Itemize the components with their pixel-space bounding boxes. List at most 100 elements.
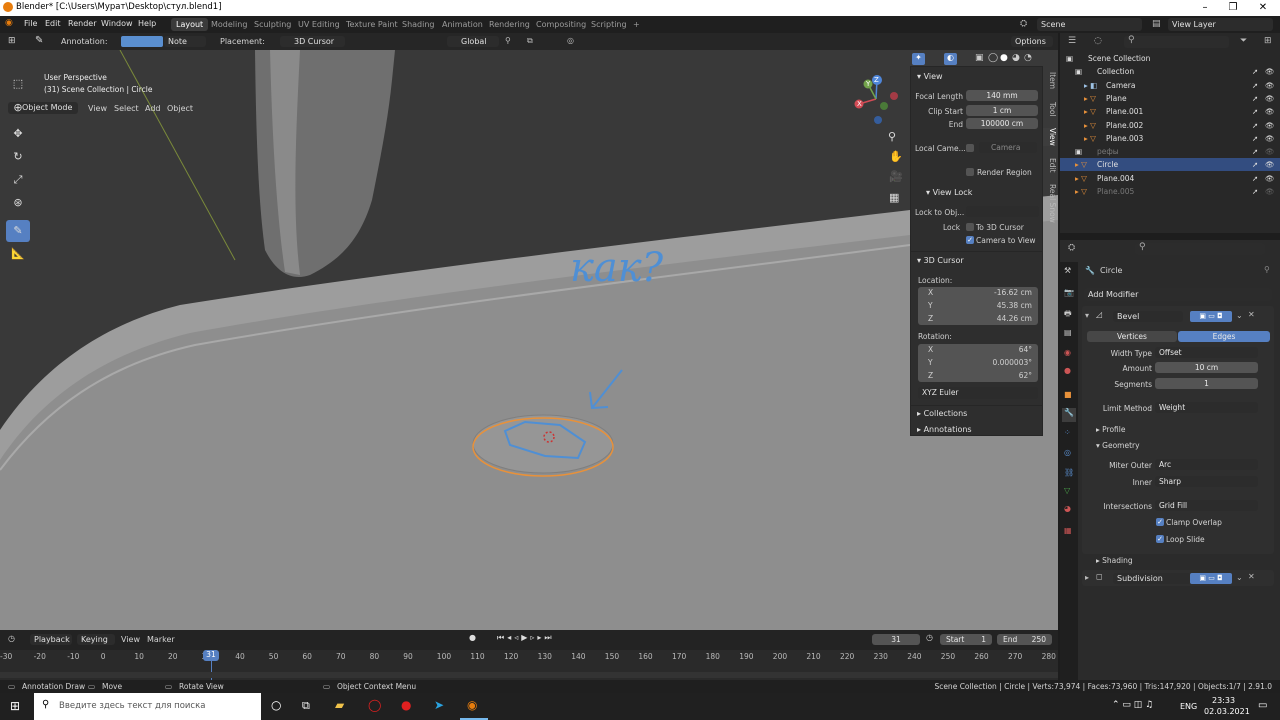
- output-tab-icon[interactable]: 🖶: [1064, 308, 1072, 322]
- lock-3d-cursor-checkbox[interactable]: [966, 223, 974, 231]
- notifications-icon[interactable]: ▭: [1258, 700, 1267, 711]
- telegram-icon[interactable]: ➤: [434, 698, 444, 712]
- visibility-eye-icon[interactable]: 👁: [1265, 92, 1275, 105]
- chevron-down-icon[interactable]: ⌄: [1236, 311, 1243, 320]
- texture-tab-icon[interactable]: ▦: [1064, 526, 1072, 535]
- tab-scripting[interactable]: Scripting: [586, 18, 632, 31]
- segments-field[interactable]: 1: [1155, 378, 1258, 389]
- add-modifier-dropdown[interactable]: Add Modifier: [1084, 288, 1272, 301]
- measure-icon[interactable]: 📐: [6, 243, 30, 265]
- start-frame-field[interactable]: Start 1: [940, 634, 992, 645]
- tab-edit[interactable]: Edit: [1043, 158, 1057, 173]
- tab-vertices[interactable]: Vertices: [1087, 331, 1177, 342]
- menu-select[interactable]: Select: [114, 104, 139, 113]
- loc-x-value[interactable]: -16.62 cm: [994, 288, 1032, 297]
- selectable-arrow-icon[interactable]: ➚: [1252, 79, 1258, 92]
- tab-compositing[interactable]: Compositing: [531, 18, 591, 31]
- shading-subpanel[interactable]: ▸ Shading: [1096, 556, 1133, 565]
- scene-icon[interactable]: ⛭: [1020, 19, 1027, 29]
- blender-menu-icon[interactable]: ◉: [5, 18, 13, 28]
- end-frame-field[interactable]: End 250: [997, 634, 1052, 645]
- 3d-viewport[interactable]: как? Object Mode View Select Add Object …: [0, 50, 1058, 630]
- selectable-arrow-icon[interactable]: ➚: [1252, 92, 1258, 105]
- particles-tab-icon[interactable]: ⁘: [1064, 428, 1071, 437]
- timeline-view-menu[interactable]: View: [121, 635, 140, 644]
- visibility-eye-icon[interactable]: 👁: [1265, 172, 1275, 185]
- display-mode-icon[interactable]: ◌: [1094, 36, 1102, 46]
- tab-animation[interactable]: Animation: [437, 18, 488, 31]
- new-collection-icon[interactable]: ⊞: [1264, 36, 1272, 46]
- tab-real-snow[interactable]: Real Snow: [1043, 184, 1057, 223]
- local-camera-field[interactable]: Camera: [979, 142, 1037, 153]
- annotations-section-header[interactable]: ▸ Annotations: [917, 425, 972, 434]
- timeline-scrollbar[interactable]: [0, 672, 1058, 678]
- tab-tool[interactable]: Tool: [1043, 102, 1057, 117]
- collections-section-header[interactable]: ▸ Collections: [917, 409, 967, 418]
- remove-modifier-icon[interactable]: ✕: [1248, 572, 1255, 581]
- outliner-row[interactable]: ▣ рефы ➚ 👁: [1060, 145, 1280, 158]
- local-camera-checkbox[interactable]: [966, 144, 974, 152]
- tab-item[interactable]: Item: [1043, 72, 1057, 89]
- outliner-row[interactable]: ▸ ▽ Plane.003 ➚ 👁: [1060, 132, 1280, 145]
- inner-dropdown[interactable]: Sharp: [1155, 476, 1258, 487]
- taskbar-search-box[interactable]: ⚲ Введите здесь текст для поиска: [34, 693, 261, 720]
- overlay-toggle-icon[interactable]: ◐: [944, 53, 957, 65]
- visibility-eye-icon[interactable]: 👁: [1265, 119, 1275, 132]
- outliner-row[interactable]: ▣ Collection ➚ 👁: [1060, 65, 1280, 78]
- menu-help[interactable]: Help: [138, 19, 156, 28]
- tab-edges[interactable]: Edges: [1178, 331, 1270, 342]
- view-layer-tab-icon[interactable]: ▤: [1064, 328, 1072, 337]
- xray-icon[interactable]: ▣: [975, 53, 984, 63]
- windows-start-icon[interactable]: ⊞: [10, 699, 20, 713]
- menu-object[interactable]: Object: [167, 104, 193, 113]
- annotate-icon[interactable]: ✎: [6, 220, 30, 242]
- lock-to-object-field[interactable]: [966, 206, 1039, 217]
- outliner-row[interactable]: ▣ Scene Collection: [1060, 52, 1280, 65]
- object-tab-icon[interactable]: ■: [1064, 390, 1072, 399]
- scene-tab-icon[interactable]: ◉: [1064, 348, 1071, 357]
- selectable-arrow-icon[interactable]: ➚: [1252, 119, 1258, 132]
- loc-z-value[interactable]: 44.26 cm: [997, 314, 1032, 323]
- remove-modifier-icon[interactable]: ✕: [1248, 310, 1255, 319]
- close-button[interactable]: ✕: [1248, 0, 1278, 16]
- options-dropdown[interactable]: Options: [1011, 36, 1053, 47]
- menu-view[interactable]: View: [88, 104, 107, 113]
- frame-ruler[interactable]: -30-20-100102030405060708090100110120130…: [0, 650, 1058, 680]
- maximize-button[interactable]: ❐: [1218, 0, 1248, 16]
- selectable-arrow-icon[interactable]: ➚: [1252, 132, 1258, 145]
- tab-texture-paint[interactable]: Texture Paint: [341, 18, 403, 31]
- selectable-arrow-icon[interactable]: ➚: [1252, 185, 1258, 198]
- outliner-row[interactable]: ▸ ◧ Camera ➚ 👁: [1060, 79, 1280, 92]
- blender-taskbar-icon[interactable]: ◉: [467, 698, 477, 712]
- geometry-subpanel[interactable]: ▾ Geometry: [1096, 441, 1140, 450]
- editor-type-icon[interactable]: ⊞: [8, 36, 16, 46]
- outliner-row[interactable]: ▸ ▽ Plane.005 ➚ 👁: [1060, 185, 1280, 198]
- camera-view-icon[interactable]: 🎥: [889, 170, 903, 183]
- minimize-button[interactable]: –: [1190, 0, 1220, 16]
- visibility-eye-icon[interactable]: 👁: [1265, 79, 1275, 92]
- clip-end-field[interactable]: 100000 cm: [966, 118, 1038, 129]
- width-type-dropdown[interactable]: Offset: [1155, 347, 1258, 358]
- view-layer-icon[interactable]: ▤: [1152, 19, 1161, 29]
- view-lock-header[interactable]: ▾ View Lock: [926, 188, 972, 197]
- outliner-row[interactable]: ▸ ▽ Circle ➚ 👁: [1060, 158, 1280, 172]
- placement-dropdown[interactable]: 3D Cursor: [280, 36, 345, 47]
- clamp-overlap-checkbox[interactable]: ✓: [1156, 518, 1164, 526]
- selectable-arrow-icon[interactable]: ➚: [1252, 65, 1258, 78]
- zoom-icon[interactable]: ⚲: [888, 130, 896, 143]
- menu-add[interactable]: Add: [145, 104, 161, 113]
- expand-arrow-icon[interactable]: ▸: [1085, 573, 1089, 582]
- pivot-icon[interactable]: ⚲: [505, 36, 511, 45]
- playhead-frame-label[interactable]: 31: [202, 650, 219, 661]
- outliner-row[interactable]: ▸ ▽ Plane.001 ➚ 👁: [1060, 105, 1280, 118]
- camera-to-view-checkbox[interactable]: ✓: [966, 236, 974, 244]
- rot-y-value[interactable]: 0.000003°: [992, 358, 1032, 367]
- timeline-editor-icon[interactable]: ◷: [8, 634, 15, 643]
- pin-icon[interactable]: ⚲: [1264, 265, 1270, 274]
- cursor-icon[interactable]: ⊕: [6, 97, 30, 119]
- outliner-row[interactable]: ▸ ▽ Plane ➚ 👁: [1060, 92, 1280, 105]
- tab-uv-editing[interactable]: UV Editing: [293, 18, 345, 31]
- select-box-icon[interactable]: ⬚: [6, 73, 30, 95]
- add-workspace-button[interactable]: +: [628, 18, 645, 31]
- 3d-cursor-section-header[interactable]: ▾ 3D Cursor: [917, 256, 964, 265]
